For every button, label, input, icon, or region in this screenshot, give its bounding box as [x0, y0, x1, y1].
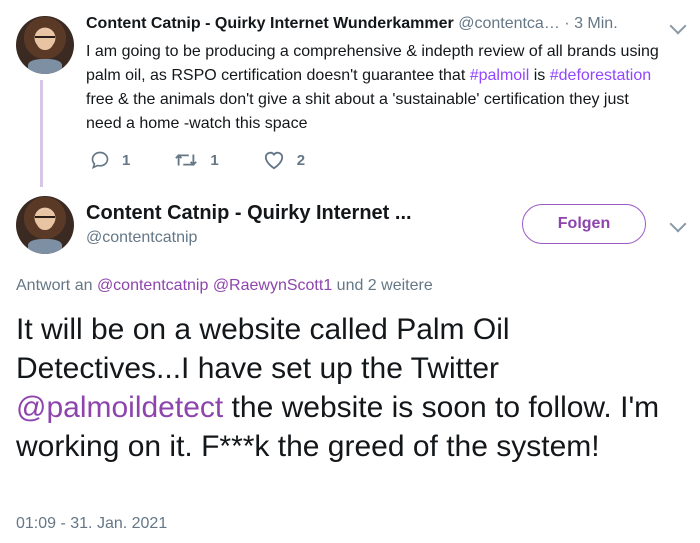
reply-icon: [91, 151, 109, 170]
tweet-timestamp[interactable]: 01:09 - 31. Jan. 2021: [16, 515, 167, 533]
follow-button[interactable]: Folgen: [522, 204, 646, 244]
mention-raewynscott1[interactable]: @RaewynScott1: [213, 277, 332, 294]
tweet-time[interactable]: 3 Min.: [574, 15, 618, 32]
reply-count: 1: [122, 151, 131, 169]
separator: ·: [564, 15, 570, 32]
tweet-actions: 1 1 2: [90, 150, 349, 170]
chevron-down-icon[interactable]: [669, 215, 687, 233]
mention-palmoildetect[interactable]: @palmoildetect: [16, 391, 223, 424]
hashtag-palmoil[interactable]: #palmoil: [470, 67, 530, 84]
handle[interactable]: @contentca…: [458, 15, 560, 32]
thread-connector: [40, 80, 43, 187]
reply-context: Antwort an @contentcatnip @RaewynScott1 …: [16, 277, 433, 294]
like-button[interactable]: 2: [263, 150, 305, 170]
retweet-button[interactable]: 1: [174, 150, 219, 170]
like-count: 2: [296, 151, 306, 169]
retweet-count: 1: [210, 151, 219, 169]
avatar[interactable]: [16, 16, 74, 74]
handle[interactable]: @contentcatnip: [86, 229, 197, 247]
tweet-text: I am going to be producing a comprehensi…: [86, 43, 659, 132]
tweet-header: Content Catnip - Quirky Internet Wunderk…: [86, 15, 648, 33]
retweet-icon: [175, 154, 198, 166]
mention-contentcatnip[interactable]: @contentcatnip: [97, 277, 208, 294]
display-name[interactable]: Content Catnip - Quirky Internet ...: [86, 202, 412, 225]
display-name[interactable]: Content Catnip - Quirky Internet Wunderk…: [86, 15, 454, 32]
avatar[interactable]: [16, 196, 74, 254]
reply-button[interactable]: 1: [90, 150, 130, 170]
tweet-text: It will be on a website called Palm Oil …: [16, 313, 660, 463]
hashtag-deforestation[interactable]: #deforestation: [550, 67, 651, 84]
like-icon: [264, 151, 283, 170]
chevron-down-icon[interactable]: [669, 17, 687, 35]
